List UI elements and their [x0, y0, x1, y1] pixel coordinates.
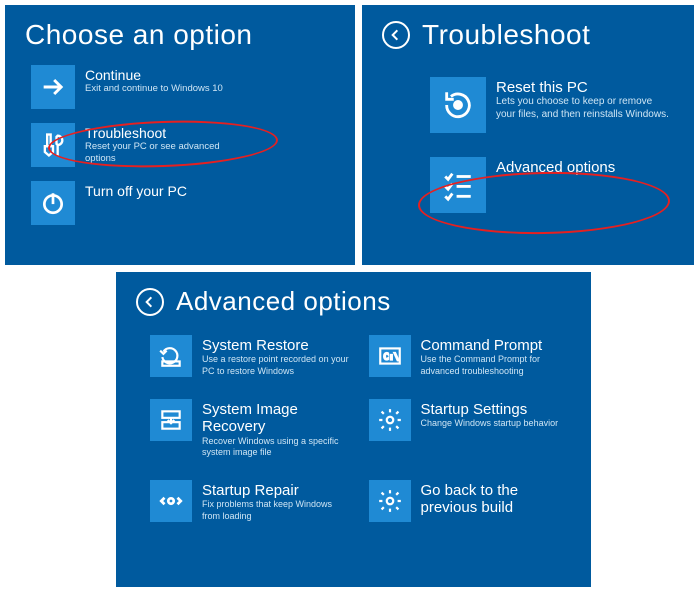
option-tiles: System Restore Use a restore point recor…	[116, 325, 591, 522]
command-prompt-tile[interactable]: C:\ Command Prompt Use the Command Promp…	[369, 335, 570, 377]
tile-desc: Change Windows startup behavior	[421, 418, 559, 429]
option-tiles: Continue Exit and continue to Windows 10…	[5, 59, 355, 225]
tile-label: Startup Repair	[202, 482, 351, 499]
troubleshoot-tile[interactable]: Troubleshoot Reset your PC or see advanc…	[31, 123, 335, 167]
tile-text: Startup Repair Fix problems that keep Wi…	[202, 480, 351, 522]
page-title: Advanced options	[176, 286, 391, 317]
tile-text: Command Prompt Use the Command Prompt fo…	[421, 335, 570, 377]
tile-desc: Use a restore point recorded on your PC …	[202, 354, 351, 377]
tile-desc: Recover Windows using a specific system …	[202, 436, 351, 459]
tile-text: Turn off your PC	[85, 181, 187, 199]
tile-text: Advanced options	[496, 157, 615, 176]
troubleshoot-screen: Troubleshoot Reset this PC Lets you choo…	[362, 5, 694, 265]
tile-label: System Image Recovery	[202, 401, 351, 436]
turn-off-tile[interactable]: Turn off your PC	[31, 181, 335, 225]
system-restore-tile[interactable]: System Restore Use a restore point recor…	[150, 335, 351, 377]
tile-desc: Fix problems that keep Windows from load…	[202, 499, 351, 522]
restore-icon	[150, 335, 192, 377]
page-title: Troubleshoot	[422, 19, 590, 51]
tile-label: Troubleshoot	[85, 125, 245, 141]
tile-text: Reset this PC Lets you choose to keep or…	[496, 77, 674, 121]
gear-icon	[369, 399, 411, 441]
tile-desc: Use the Command Prompt for advanced trou…	[421, 354, 570, 377]
tile-desc: Reset your PC or see advanced options	[85, 141, 245, 165]
arrow-right-icon	[31, 65, 75, 109]
tile-label: Turn off your PC	[85, 183, 187, 199]
back-button[interactable]	[136, 288, 164, 316]
option-tiles: Reset this PC Lets you choose to keep or…	[362, 59, 694, 213]
tile-label: Advanced options	[496, 159, 615, 176]
continue-tile[interactable]: Continue Exit and continue to Windows 10	[31, 65, 335, 109]
gear-icon	[369, 480, 411, 522]
tile-text: System Restore Use a restore point recor…	[202, 335, 351, 377]
tile-label: Go back to the previous build	[421, 482, 570, 517]
tile-label: System Restore	[202, 337, 351, 354]
tile-desc: Exit and continue to Windows 10	[85, 83, 223, 95]
startup-repair-tile[interactable]: Startup Repair Fix problems that keep Wi…	[150, 480, 351, 522]
reset-pc-tile[interactable]: Reset this PC Lets you choose to keep or…	[430, 77, 674, 133]
panel-header: Advanced options	[116, 272, 591, 325]
tile-text: Troubleshoot Reset your PC or see advanc…	[85, 123, 245, 165]
back-button[interactable]	[382, 21, 410, 49]
reset-icon	[430, 77, 486, 133]
panel-header: Choose an option	[5, 5, 355, 59]
repair-icon	[150, 480, 192, 522]
page-title: Choose an option	[25, 19, 253, 51]
wrench-icon	[31, 123, 75, 167]
advanced-options-screen: Advanced options System Restore Use a re…	[116, 272, 591, 587]
tile-label: Command Prompt	[421, 337, 570, 354]
choose-option-screen: Choose an option Continue Exit and conti…	[5, 5, 355, 265]
image-recovery-icon	[150, 399, 192, 441]
svg-text:C:\: C:\	[383, 352, 399, 362]
cmd-icon: C:\	[369, 335, 411, 377]
power-icon	[31, 181, 75, 225]
tile-label: Continue	[85, 67, 223, 83]
tile-label: Startup Settings	[421, 401, 559, 418]
system-image-recovery-tile[interactable]: System Image Recovery Recover Windows us…	[150, 399, 351, 458]
advanced-options-tile[interactable]: Advanced options	[430, 157, 674, 213]
checklist-icon	[430, 157, 486, 213]
startup-settings-tile[interactable]: Startup Settings Change Windows startup …	[369, 399, 570, 458]
tile-label: Reset this PC	[496, 79, 674, 96]
tile-text: Continue Exit and continue to Windows 10	[85, 65, 223, 95]
tile-desc: Lets you choose to keep or remove your f…	[496, 96, 674, 121]
panel-header: Troubleshoot	[362, 5, 694, 59]
tile-text: System Image Recovery Recover Windows us…	[202, 399, 351, 458]
tile-text: Startup Settings Change Windows startup …	[421, 399, 559, 430]
go-back-previous-build-tile[interactable]: Go back to the previous build	[369, 480, 570, 522]
tile-text: Go back to the previous build	[421, 480, 570, 517]
